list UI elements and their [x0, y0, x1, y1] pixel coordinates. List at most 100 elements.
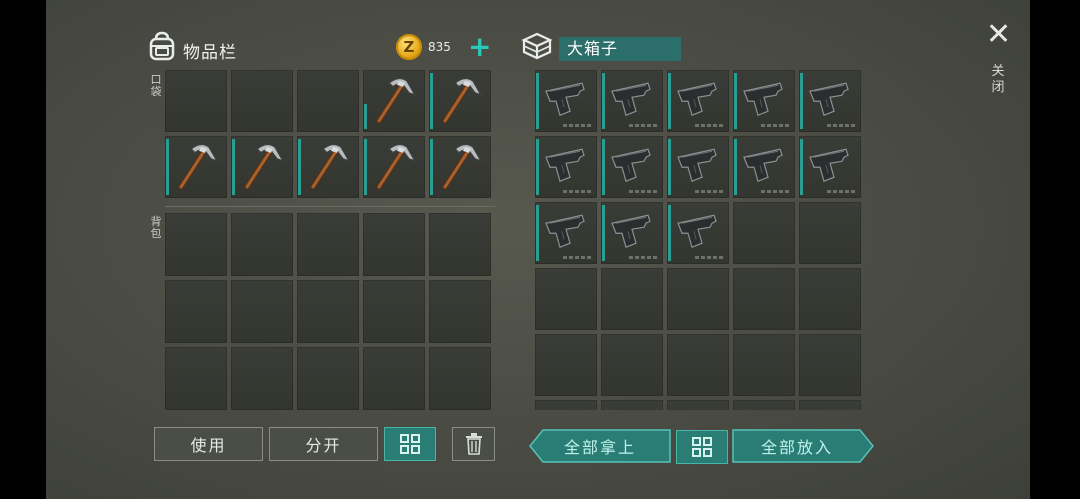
durability-dots — [695, 190, 723, 193]
pistol-slot[interactable] — [667, 136, 729, 198]
empty-slot[interactable] — [601, 400, 663, 410]
pickaxe-slot[interactable] — [363, 136, 425, 198]
empty-slot[interactable] — [601, 268, 663, 330]
empty-slot[interactable] — [429, 347, 491, 410]
empty-slot[interactable] — [429, 213, 491, 276]
pistol-icon — [545, 82, 585, 117]
pistol-slot[interactable] — [601, 202, 663, 264]
pickaxe-icon — [310, 143, 351, 190]
take-all-button[interactable]: 全部拿上 — [529, 429, 671, 463]
coin-amount: 835 — [428, 40, 451, 54]
pickaxe-slot[interactable] — [429, 136, 491, 198]
empty-slot[interactable] — [535, 268, 597, 330]
empty-slot[interactable] — [799, 334, 861, 396]
container-grid — [535, 70, 865, 410]
empty-slot[interactable] — [231, 70, 293, 132]
empty-slot[interactable] — [297, 347, 359, 410]
pistol-slot[interactable] — [535, 136, 597, 198]
pistol-icon — [611, 214, 651, 249]
pistol-slot[interactable] — [535, 70, 597, 132]
empty-slot[interactable] — [165, 347, 227, 410]
empty-slot[interactable] — [165, 70, 227, 132]
pistol-icon — [611, 148, 651, 183]
durability-dots — [827, 124, 855, 127]
empty-slot[interactable] — [231, 280, 293, 343]
empty-slot[interactable] — [297, 280, 359, 343]
empty-slot[interactable] — [363, 213, 425, 276]
durability-dots — [629, 124, 657, 127]
empty-slot[interactable] — [231, 347, 293, 410]
pistol-slot[interactable] — [733, 136, 795, 198]
empty-slot[interactable] — [733, 400, 795, 410]
backpack-label: 背包 — [150, 215, 162, 240]
trash-icon — [465, 433, 482, 455]
container-title: 大箱子 — [559, 37, 681, 61]
empty-slot[interactable] — [165, 213, 227, 276]
empty-slot[interactable] — [733, 202, 795, 264]
discard-button[interactable] — [452, 427, 495, 461]
sort-inventory-button[interactable] — [384, 427, 436, 461]
pickaxe-slot[interactable] — [165, 136, 227, 198]
empty-slot[interactable] — [799, 400, 861, 410]
pistol-icon — [743, 82, 783, 117]
empty-slot[interactable] — [799, 202, 861, 264]
inventory-screen: 物品栏 Z 835 + 大箱子 口袋 背包 使用 分开 全部拿上 全部放入 ✕ … — [46, 0, 1030, 499]
split-button[interactable]: 分开 — [269, 427, 378, 461]
close-button[interactable]: ✕ — [986, 20, 1011, 50]
pistol-slot[interactable] — [601, 70, 663, 132]
pickaxe-icon — [442, 143, 483, 190]
backpack-icon — [146, 30, 178, 66]
pistol-icon — [809, 148, 849, 183]
pickaxe-icon — [442, 77, 483, 124]
pickaxe-icon — [376, 77, 417, 124]
pistol-slot[interactable] — [799, 70, 861, 132]
empty-slot[interactable] — [733, 268, 795, 330]
empty-slot[interactable] — [231, 213, 293, 276]
durability-dots — [629, 256, 657, 259]
empty-slot[interactable] — [667, 400, 729, 410]
pocket-label: 口袋 — [150, 73, 162, 98]
use-button[interactable]: 使用 — [154, 427, 263, 461]
empty-slot[interactable] — [363, 280, 425, 343]
empty-slot[interactable] — [297, 70, 359, 132]
empty-slot[interactable] — [799, 268, 861, 330]
empty-slot[interactable] — [165, 280, 227, 343]
take-all-label: 全部拿上 — [563, 438, 636, 457]
pistol-icon — [677, 82, 717, 117]
coin-icon: Z — [396, 34, 422, 60]
pistol-slot[interactable] — [667, 202, 729, 264]
durability-dots — [695, 124, 723, 127]
empty-slot[interactable] — [429, 280, 491, 343]
empty-slot[interactable] — [667, 268, 729, 330]
durability-dots — [563, 190, 591, 193]
durability-dots — [827, 190, 855, 193]
pistol-slot[interactable] — [535, 202, 597, 264]
durability-dots — [761, 124, 789, 127]
durability-dots — [563, 256, 591, 259]
pickaxe-icon — [244, 143, 285, 190]
pickaxe-slot[interactable] — [363, 70, 425, 132]
empty-slot[interactable] — [535, 400, 597, 410]
pistol-slot[interactable] — [799, 136, 861, 198]
pistol-slot[interactable] — [667, 70, 729, 132]
add-coins-button[interactable]: + — [468, 33, 491, 61]
put-all-button[interactable]: 全部放入 — [732, 429, 874, 463]
grid-icon — [692, 437, 712, 457]
empty-slot[interactable] — [297, 213, 359, 276]
grid-icon — [400, 434, 420, 454]
empty-slot[interactable] — [601, 334, 663, 396]
empty-slot[interactable] — [667, 334, 729, 396]
pickaxe-slot[interactable] — [297, 136, 359, 198]
empty-slot[interactable] — [733, 334, 795, 396]
pickaxe-icon — [376, 143, 417, 190]
durability-dots — [761, 190, 789, 193]
pistol-slot[interactable] — [733, 70, 795, 132]
pickaxe-slot[interactable] — [429, 70, 491, 132]
empty-slot[interactable] — [535, 334, 597, 396]
pistol-icon — [545, 148, 585, 183]
empty-slot[interactable] — [363, 347, 425, 410]
pistol-icon — [677, 214, 717, 249]
sort-container-button[interactable] — [676, 430, 728, 464]
pistol-slot[interactable] — [601, 136, 663, 198]
pickaxe-slot[interactable] — [231, 136, 293, 198]
